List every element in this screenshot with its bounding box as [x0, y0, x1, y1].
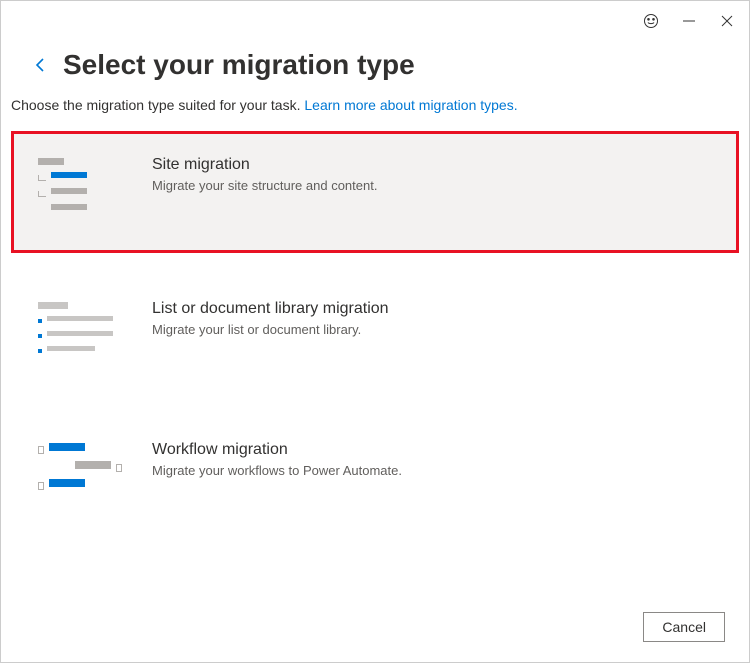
back-button[interactable]: [31, 55, 51, 75]
close-button[interactable]: [717, 11, 737, 31]
option-desc: Migrate your list or document library.: [152, 322, 712, 337]
option-desc: Migrate your workflows to Power Automate…: [152, 463, 712, 478]
option-list-library-migration[interactable]: List or document library migration Migra…: [11, 275, 739, 394]
list-library-icon: [38, 300, 122, 361]
header: Select your migration type: [1, 41, 749, 91]
option-site-migration[interactable]: Site migration Migrate your site structu…: [11, 131, 739, 253]
option-desc: Migrate your site structure and content.: [152, 178, 712, 193]
minimize-button[interactable]: [679, 11, 699, 31]
intro-sentence: Choose the migration type suited for you…: [11, 97, 304, 113]
migration-options: Site migration Migrate your site structu…: [1, 113, 749, 530]
cancel-button[interactable]: Cancel: [643, 612, 725, 642]
option-title: Site migration: [152, 156, 712, 174]
intro-text: Choose the migration type suited for you…: [1, 91, 749, 113]
option-title: Workflow migration: [152, 441, 712, 459]
feedback-smile-icon[interactable]: [641, 11, 661, 31]
footer: Cancel: [643, 612, 725, 642]
learn-more-link[interactable]: Learn more about migration types.: [304, 97, 517, 113]
titlebar: [1, 1, 749, 41]
workflow-icon: [38, 441, 122, 497]
option-title: List or document library migration: [152, 300, 712, 318]
page-title: Select your migration type: [63, 49, 415, 81]
site-migration-icon: [38, 156, 122, 220]
option-workflow-migration[interactable]: Workflow migration Migrate your workflow…: [11, 416, 739, 530]
